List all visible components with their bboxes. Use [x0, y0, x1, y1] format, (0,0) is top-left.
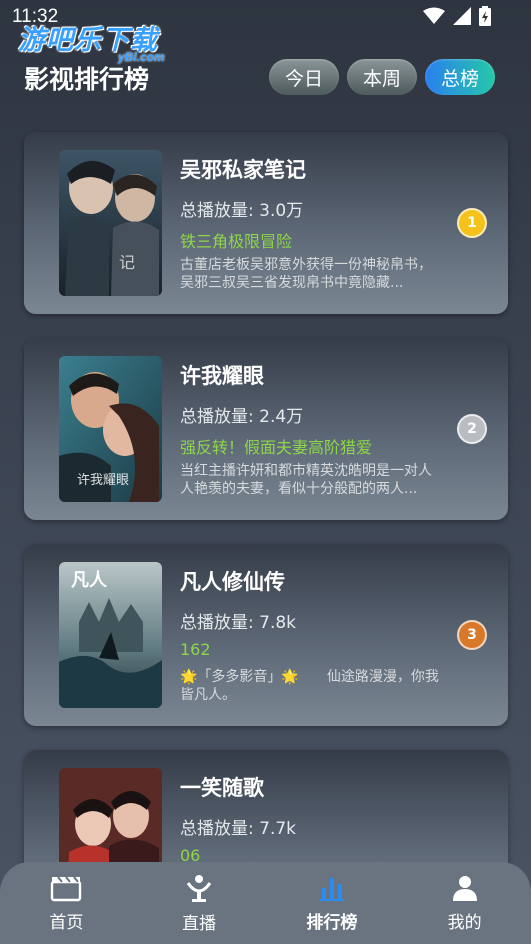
- signal-icon: [453, 7, 471, 25]
- rank-badge: 2: [457, 414, 487, 444]
- item-tag: 强反转！假面夫妻高阶猎爱: [180, 438, 373, 457]
- tab-week[interactable]: 本周: [347, 59, 417, 95]
- rank-number: 3: [467, 627, 477, 643]
- clapperboard-icon: [51, 875, 82, 901]
- svg-text:记: 记: [119, 253, 135, 272]
- person-icon: [452, 875, 477, 901]
- nav-label-live: 直播: [182, 913, 217, 934]
- item-description: 当红主播许妍和都市精英沈皓明是一对人人艳羡的夫妻，看似十分般配的两人...: [180, 463, 432, 497]
- tab-all-time[interactable]: 总榜: [425, 59, 495, 95]
- poster-image: 凡人: [59, 562, 162, 708]
- rank-badge: 3: [457, 620, 487, 650]
- tab-today[interactable]: 今日: [269, 59, 339, 95]
- svg-text:凡人: 凡人: [71, 570, 108, 591]
- ranking-list: 记 吴邪私家笔记 总播放量: 3.0万 铁三角极限冒险 古董店老板吴邪意外获得一…: [24, 132, 508, 944]
- nav-item-live[interactable]: 直播: [149, 873, 249, 934]
- nav-label-ranking: 排行榜: [306, 912, 358, 933]
- ranking-card[interactable]: 记 吴邪私家笔记 总播放量: 3.0万 铁三角极限冒险 古董店老板吴邪意外获得一…: [24, 132, 508, 314]
- svg-text:许我耀眼: 许我耀眼: [77, 473, 129, 488]
- live-stand-icon: [186, 874, 212, 902]
- wifi-icon: [423, 7, 445, 24]
- bottom-nav: 首页 直播 排行榜 我的: [0, 862, 531, 944]
- poster-image: 许我耀眼: [59, 356, 162, 502]
- item-description: 🌟「多多影音」🌟 仙途路漫漫，你我皆凡人。: [180, 669, 439, 703]
- item-title: 许我耀眼: [180, 364, 264, 388]
- status-icons: [423, 6, 491, 26]
- rank-badge: 1: [457, 208, 487, 238]
- item-tag: 162: [180, 640, 211, 659]
- nav-item-mine[interactable]: 我的: [415, 874, 515, 933]
- item-tag: 铁三角极限冒险: [180, 232, 293, 251]
- item-title: 吴邪私家笔记: [180, 158, 306, 182]
- item-play-count: 总播放量: 7.8k: [180, 613, 297, 633]
- item-play-count: 总播放量: 3.0万: [180, 201, 304, 221]
- bar-chart-icon: [319, 877, 344, 901]
- battery-icon: [479, 6, 491, 26]
- item-play-count: 总播放量: 2.4万: [180, 407, 304, 427]
- ranking-card[interactable]: 许我耀眼 许我耀眼 总播放量: 2.4万 强反转！假面夫妻高阶猎爱 当红主播许妍…: [24, 338, 508, 520]
- rank-number: 2: [467, 421, 477, 437]
- nav-label-home: 首页: [49, 912, 84, 933]
- nav-item-ranking[interactable]: 排行榜: [282, 874, 382, 933]
- nav-label-mine: 我的: [447, 912, 482, 933]
- item-play-count: 总播放量: 7.7k: [180, 819, 297, 839]
- rank-number: 1: [467, 215, 477, 231]
- item-title: 一笑随歌: [180, 776, 264, 800]
- item-title: 凡人修仙传: [180, 570, 285, 594]
- page-title: 影视排行榜: [24, 65, 150, 94]
- poster-image: 记: [59, 150, 162, 296]
- item-description: 古董店老板吴邪意外获得一份神秘帛书，吴邪三叔吴三省发现帛书中竟隐藏...: [180, 257, 432, 291]
- ranking-card[interactable]: 凡人 凡人修仙传 总播放量: 7.8k 162 🌟「多多影音」🌟 仙途路漫漫，你…: [24, 544, 508, 726]
- nav-item-home[interactable]: 首页: [16, 874, 116, 933]
- ranking-tabs: 今日 本周 总榜: [269, 59, 495, 95]
